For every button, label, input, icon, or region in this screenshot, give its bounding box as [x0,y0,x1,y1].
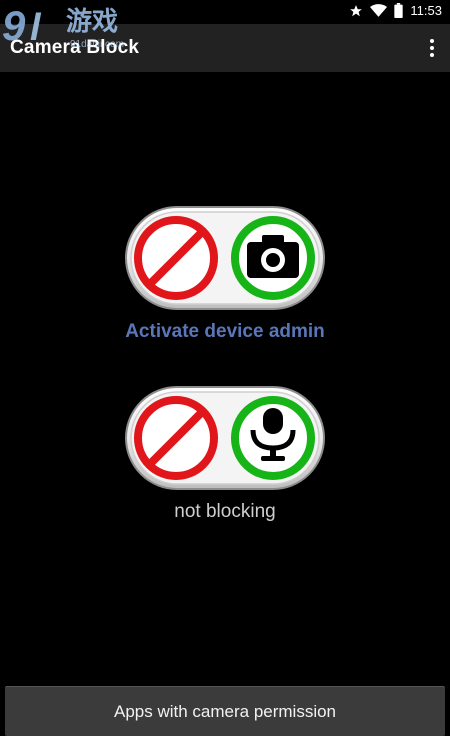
apps-with-camera-permission-button[interactable]: Apps with camera permission [5,686,445,736]
status-bar: 11:53 [0,0,450,24]
wifi-icon [370,4,388,17]
status-time: 11:53 [410,3,442,18]
status-icons: 11:53 [349,3,442,18]
activate-device-admin-link[interactable]: Activate device admin [0,321,450,343]
app-bar: Camera Block [0,24,450,72]
app-title: Camera Block [10,37,140,58]
microphone-icon [231,396,315,480]
blocking-status-text: not blocking [174,501,276,522]
overflow-menu-icon [430,39,434,43]
microphone-block-toggle[interactable] [125,386,325,490]
battery-icon [394,3,404,18]
camera-block-toggle[interactable] [125,206,325,310]
star-icon [350,4,363,16]
camera-icon [231,216,315,300]
block-icon [134,396,218,480]
block-icon [134,216,218,300]
overflow-menu-button[interactable] [424,36,440,60]
